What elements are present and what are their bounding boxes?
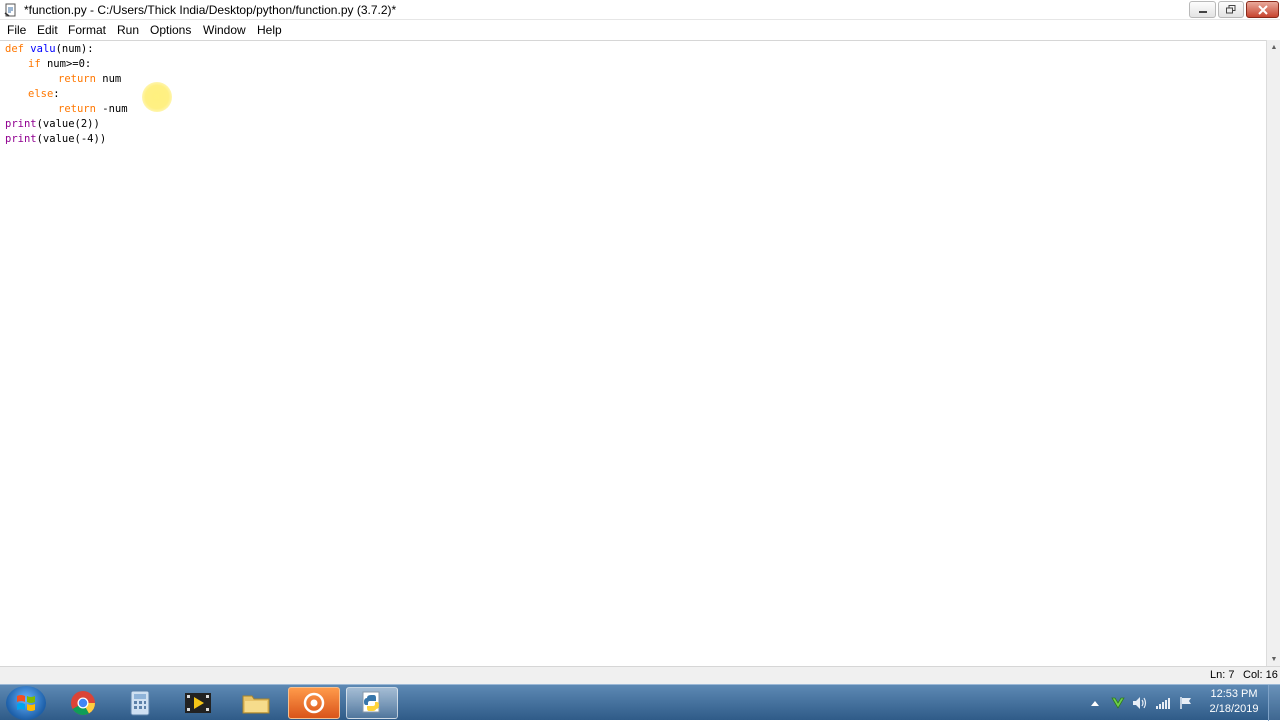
window-title: *function.py - C:/Users/Thick India/Desk… [24, 3, 397, 17]
code-line-6: print(value(2)) [5, 117, 100, 132]
code-text: : [53, 88, 60, 100]
code-line-1: def valu(num): [5, 42, 94, 57]
menu-edit[interactable]: Edit [37, 23, 58, 37]
menu-bar: File Edit Format Run Options Window Help [0, 20, 1280, 40]
taskbar-chrome[interactable] [57, 687, 109, 719]
tray-action-center[interactable] [1176, 685, 1196, 721]
code-line-4: else: [28, 87, 60, 102]
start-button[interactable] [6, 686, 46, 720]
tray-network[interactable] [1153, 685, 1173, 721]
menu-file[interactable]: File [7, 23, 26, 37]
code-text: (value(2)) [36, 118, 100, 130]
tray-volume[interactable] [1130, 685, 1150, 721]
taskbar-presentation[interactable] [288, 687, 340, 719]
code-editor[interactable]: def valu(num): if num>=0: return num els… [0, 40, 1266, 666]
clock-date: 2/18/2019 [1209, 703, 1259, 715]
taskbar-python-idle[interactable] [346, 687, 398, 719]
builtin: print [5, 133, 37, 145]
menu-options[interactable]: Options [150, 23, 191, 37]
system-clock[interactable]: 12:53 PM 2/18/2019 [1204, 687, 1264, 717]
network-signal-icon [1156, 698, 1170, 709]
show-hidden-icons[interactable] [1088, 685, 1102, 721]
tray-app-icon [1111, 697, 1125, 709]
flag-icon [1180, 697, 1191, 709]
clock-time: 12:53 PM [1210, 688, 1258, 700]
idle-file-icon [4, 3, 16, 17]
volume-icon [1133, 697, 1147, 709]
code-text: num>=0: [46, 58, 92, 70]
scroll-up-icon[interactable]: ▲ [1267, 40, 1280, 54]
vertical-scrollbar[interactable]: ▲ ▼ [1266, 40, 1280, 666]
menu-run[interactable]: Run [117, 23, 139, 37]
code-line-2: if num>=0: [28, 57, 91, 72]
chrome-icon [71, 691, 95, 716]
close-icon [1257, 4, 1268, 15]
show-desktop-button[interactable] [1268, 685, 1280, 721]
menu-help[interactable]: Help [257, 23, 282, 37]
code-text: num [102, 73, 122, 85]
taskbar-file-explorer[interactable] [230, 687, 282, 719]
keyword: return [58, 73, 96, 85]
code-text: (num): [55, 43, 94, 55]
idle-editor-window: *function.py - C:/Users/Thick India/Desk… [0, 0, 1280, 684]
menu-format[interactable]: Format [68, 23, 106, 37]
file-explorer-icon [242, 695, 270, 714]
status-bar: Ln: 7 Col: 16 [0, 666, 1280, 684]
builtin: print [5, 118, 37, 130]
keyword: if [28, 58, 41, 70]
code-line-7: print(value(-4)) [5, 132, 106, 147]
menu-window[interactable]: Window [203, 23, 246, 37]
code-text: (value(-4)) [36, 133, 107, 145]
keyword: return [58, 103, 96, 115]
keyword: def [5, 43, 24, 55]
calculator-icon [130, 690, 150, 716]
maximize-button[interactable] [1218, 1, 1244, 18]
chevron-up-icon [1091, 701, 1099, 706]
code-text: -num [102, 103, 128, 115]
title-bar[interactable]: *function.py - C:/Users/Thick India/Desk… [0, 0, 1280, 20]
taskbar: 12:53 PM 2/18/2019 [0, 684, 1280, 721]
code-line-5: return -num [58, 102, 128, 117]
tray-app[interactable] [1108, 685, 1128, 721]
minimize-icon [1198, 10, 1207, 13]
taskbar-media-player[interactable] [172, 687, 224, 719]
python-idle-icon [362, 691, 380, 713]
keyword: else [28, 88, 54, 100]
code-line-3: return num [58, 72, 121, 87]
restore-icon [1226, 5, 1236, 14]
line-number: Ln: 7 [1210, 669, 1235, 681]
presentation-icon [303, 692, 325, 714]
column-number: Col: 16 [1243, 669, 1278, 681]
mouse-cursor-highlight [142, 82, 172, 112]
minimize-button[interactable] [1189, 1, 1216, 18]
close-button[interactable] [1246, 1, 1279, 18]
function-name: valu [30, 43, 56, 55]
taskbar-calculator[interactable] [114, 687, 166, 719]
media-player-icon [185, 693, 211, 713]
windows-start-icon [17, 695, 35, 711]
scroll-down-icon[interactable]: ▼ [1267, 652, 1280, 666]
